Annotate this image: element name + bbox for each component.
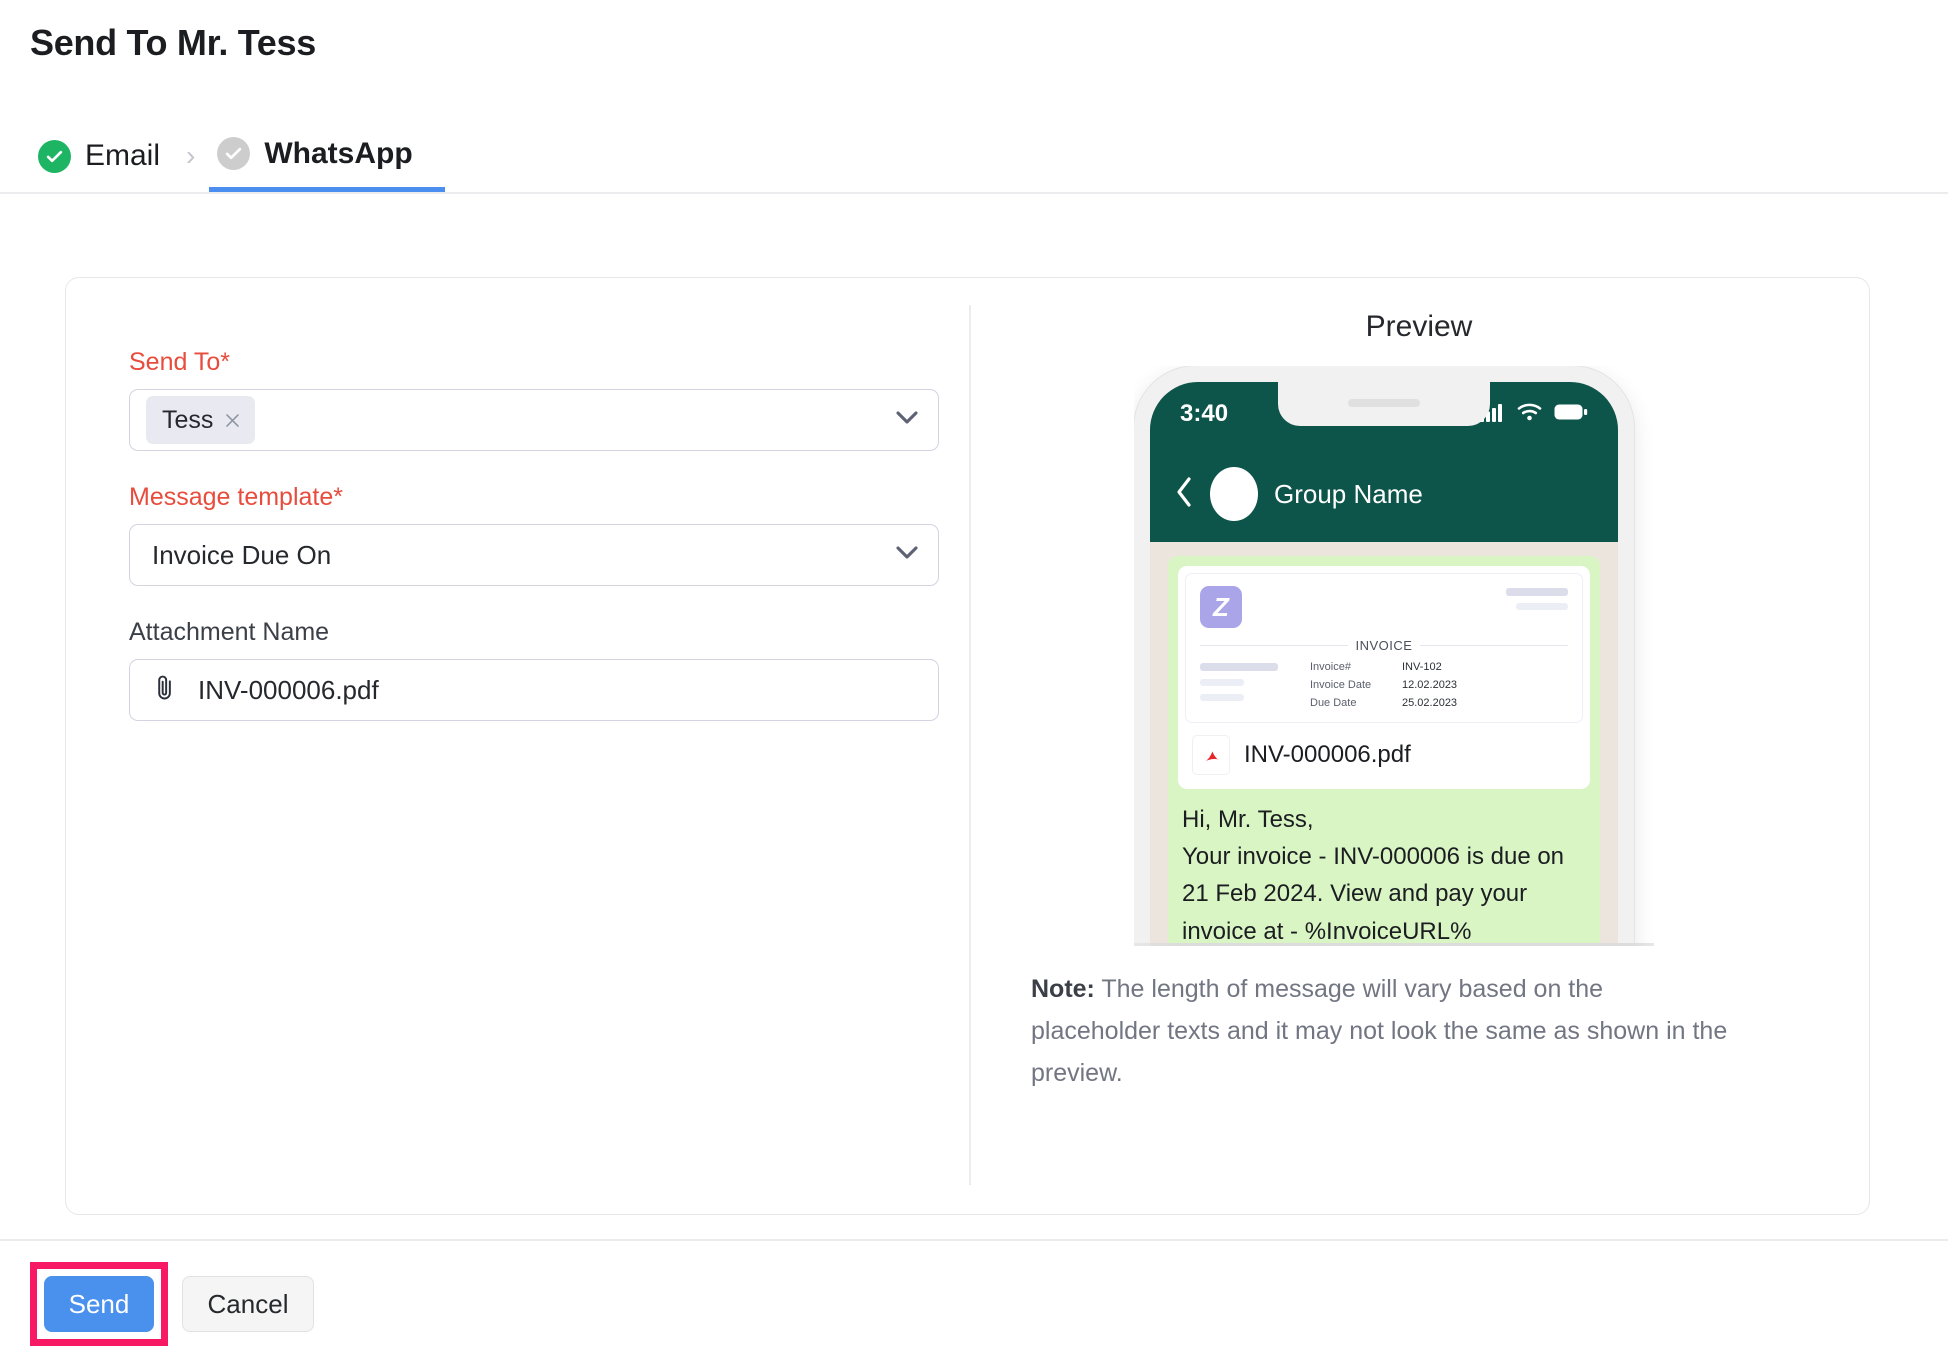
tab-email-label: Email <box>85 139 160 173</box>
invoice-rows: Invoice# INV-102 Invoice Date 12.02.2023 <box>1310 661 1457 715</box>
close-icon[interactable] <box>223 411 242 430</box>
page-title: Send To Mr. Tess <box>30 22 316 64</box>
chat-body: Z INVOICE <box>1150 542 1618 946</box>
attached-file-name: INV-000006.pdf <box>1244 741 1411 769</box>
message-line: Your invoice - INV-000006 is due on <box>1182 838 1586 875</box>
attachment-name-label: Attachment Name <box>129 618 939 647</box>
chevron-down-icon[interactable] <box>896 411 918 430</box>
invoice-thumbnail: Z INVOICE <box>1185 573 1583 723</box>
cancel-button[interactable]: Cancel <box>182 1276 314 1332</box>
tab-whatsapp-label: WhatsApp <box>264 137 412 171</box>
table-row: Due Date 25.02.2023 <box>1310 697 1457 709</box>
wifi-icon <box>1517 402 1543 427</box>
phone-cutoff-line <box>1134 943 1654 946</box>
field-attachment-name: Attachment Name INV-000006.pdf <box>129 618 939 721</box>
pdf-icon <box>1192 735 1230 775</box>
status-time: 3:40 <box>1180 400 1228 428</box>
document-card[interactable]: Z INVOICE <box>1178 566 1590 789</box>
form-panel: Send To* Tess Message template* <box>129 348 939 753</box>
phone-notch <box>1278 382 1490 426</box>
paperclip-icon <box>154 673 176 708</box>
send-button-highlight: Send <box>30 1262 168 1346</box>
phone-speaker <box>1348 399 1420 407</box>
check-circle-icon <box>38 140 71 173</box>
preview-title: Preview <box>969 310 1869 344</box>
attached-file-row[interactable]: INV-000006.pdf <box>1178 723 1590 789</box>
tab-email[interactable]: Email <box>30 120 182 192</box>
phone-mockup: 3:40 <box>1134 366 1654 946</box>
note-prefix: Note: <box>1031 975 1095 1003</box>
field-message-template: Message template* Invoice Due On <box>129 483 939 586</box>
send-to-label: Send To* <box>129 348 939 377</box>
message-bubble: Z INVOICE <box>1168 556 1600 946</box>
send-to-select[interactable]: Tess <box>129 389 939 451</box>
battery-icon <box>1554 403 1588 426</box>
preview-panel: Preview 3:40 <box>969 278 1869 1216</box>
recipient-chip[interactable]: Tess <box>146 396 255 444</box>
tab-whatsapp[interactable]: WhatsApp <box>209 120 444 192</box>
send-button[interactable]: Send <box>44 1276 154 1332</box>
wizard-tabs: Email › WhatsApp <box>30 120 445 192</box>
field-send-to: Send To* Tess <box>129 348 939 451</box>
chevron-down-icon[interactable] <box>896 546 918 565</box>
footer-divider <box>0 1239 1948 1241</box>
check-circle-icon <box>217 137 250 170</box>
table-row: Invoice Date 12.02.2023 <box>1310 679 1457 691</box>
chevron-right-icon: › <box>186 142 195 170</box>
message-line: invoice at - %InvoiceURL% <box>1182 913 1586 946</box>
chevron-left-icon[interactable] <box>1174 476 1194 513</box>
invoice-heading: INVOICE <box>1356 638 1413 653</box>
message-text: Hi, Mr. Tess, Your invoice - INV-000006 … <box>1178 789 1590 946</box>
brand-logo: Z <box>1200 586 1242 628</box>
message-template-label: Message template* <box>129 483 939 512</box>
table-row: Invoice# INV-102 <box>1310 661 1457 673</box>
whatsapp-title-bar: Group Name <box>1150 446 1618 542</box>
message-template-select[interactable]: Invoice Due On <box>129 524 939 586</box>
message-template-value: Invoice Due On <box>146 540 331 571</box>
note-text: The length of message will vary based on… <box>1031 975 1727 1087</box>
group-name: Group Name <box>1274 479 1423 510</box>
header-divider <box>0 192 1948 194</box>
attachment-name-value: INV-000006.pdf <box>198 675 379 706</box>
footer-actions: Send Cancel <box>30 1262 314 1346</box>
message-line: 21 Feb 2024. View and pay your <box>1182 875 1586 912</box>
avatar <box>1210 467 1258 521</box>
message-line: Hi, Mr. Tess, <box>1182 801 1586 838</box>
attachment-name-input[interactable]: INV-000006.pdf <box>129 659 939 721</box>
recipient-chip-label: Tess <box>162 406 213 435</box>
send-form-card: Send To* Tess Message template* <box>65 277 1870 1215</box>
preview-note: Note: The length of message will vary ba… <box>1031 968 1731 1094</box>
